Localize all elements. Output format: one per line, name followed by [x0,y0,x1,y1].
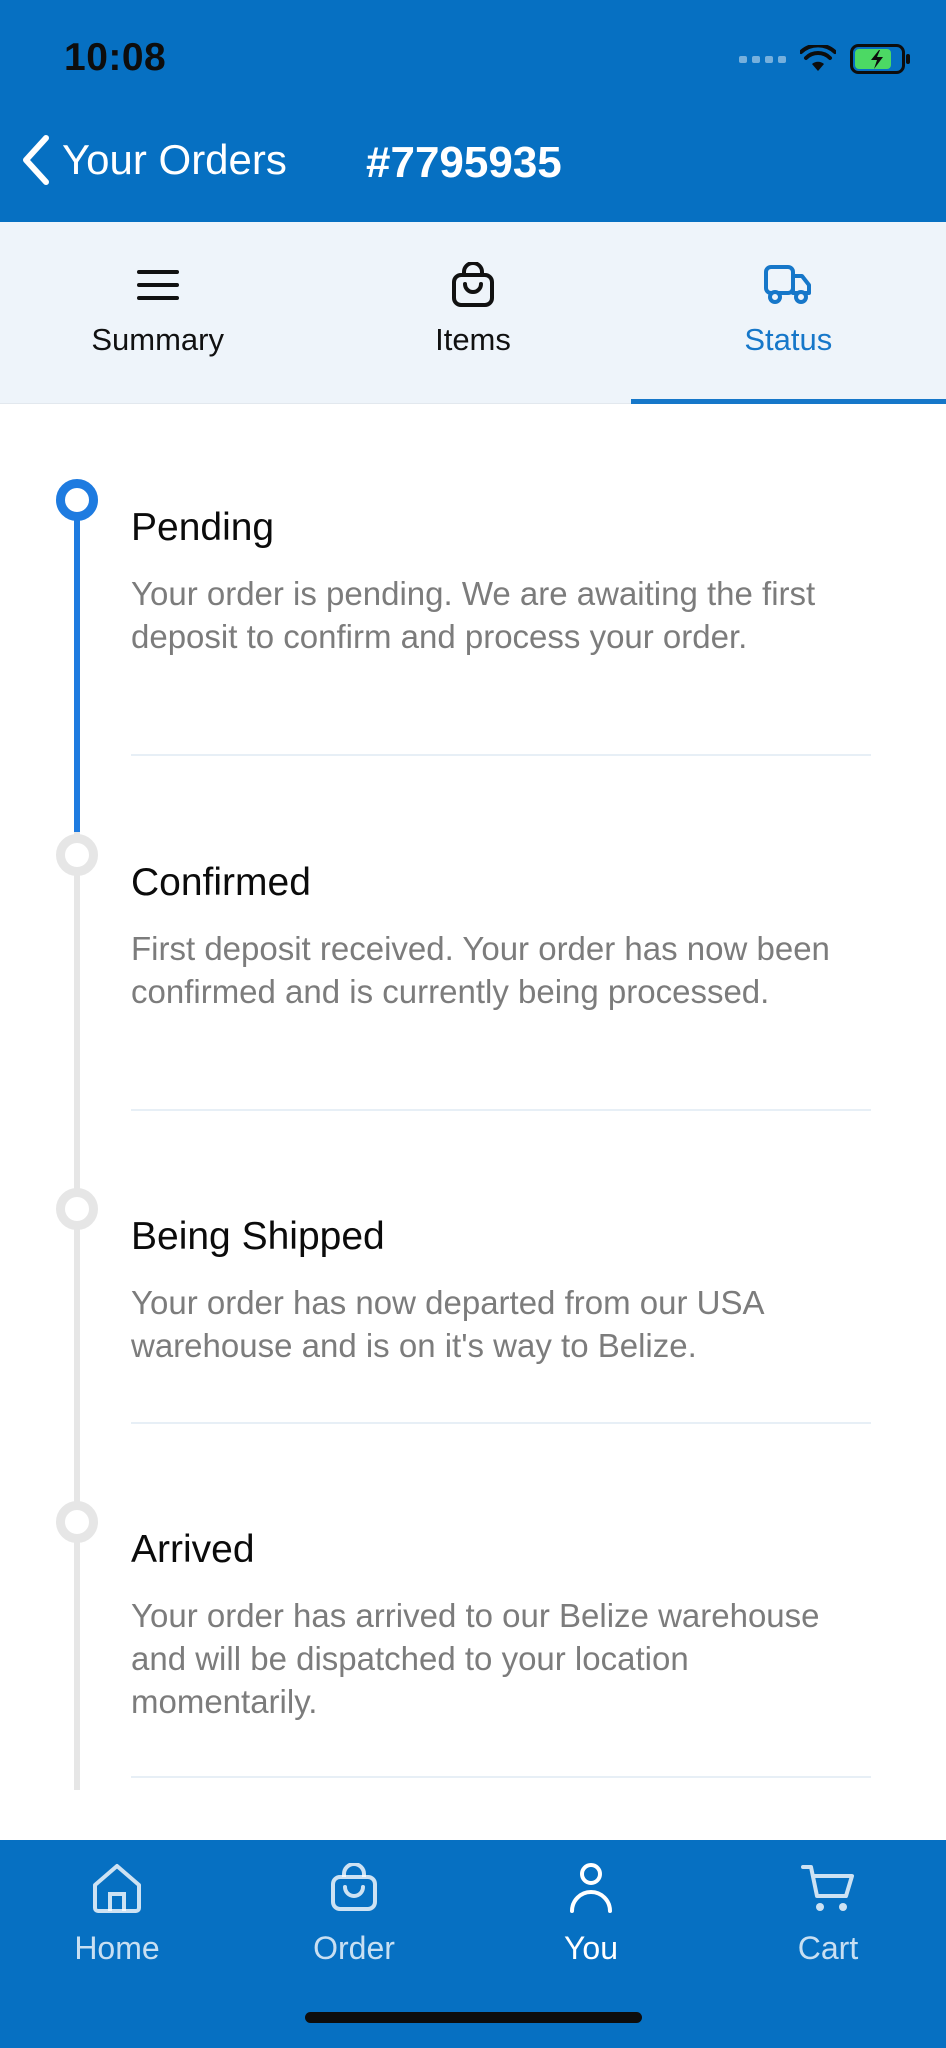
step-description: First deposit received. Your order has n… [131,930,830,1010]
chevron-left-icon [23,135,49,185]
order-number-title: #7795935 [366,138,562,187]
battery-icon [850,44,910,74]
status-time: 10:08 [64,36,167,79]
app-header: 10:08 Your Orders #7795935 [0,0,946,222]
status-indicators [739,40,912,78]
timeline-node-pending [56,479,98,521]
bottom-nav-order[interactable]: Order [264,1858,444,1967]
bag-icon [329,1858,379,1918]
timeline-node-arrived [56,1501,98,1543]
timeline-step-confirmed: Confirmed First deposit received. Your o… [131,861,871,1013]
navigation-bar: Your Orders #7795935 [0,128,946,204]
tab-status-label: Status [744,322,833,357]
timeline-step-arrived: Arrived Your order has arrived to our Be… [131,1528,871,1723]
cellular-signal-icon [739,55,786,63]
step-description: Your order has now departed from our USA… [131,1284,763,1364]
bottom-nav-label: Order [313,1930,395,1966]
timeline-node-confirmed [56,834,98,876]
timeline-step-being-shipped: Being Shipped Your order has now departe… [131,1215,871,1367]
timeline-line-pending [74,832,80,1790]
bag-icon [450,258,496,312]
step-divider [131,1109,871,1111]
step-description: Your order is pending. We are awaiting t… [131,575,816,655]
wifi-icon [800,45,836,71]
list-icon [135,258,181,312]
bottom-nav-home[interactable]: Home [27,1858,207,1967]
person-icon [568,1858,614,1918]
truck-icon [763,258,813,312]
step-title: Being Shipped [131,1215,385,1258]
home-indicator [305,2012,642,2023]
home-icon [90,1858,144,1918]
step-divider [131,754,871,756]
step-description: Your order has arrived to our Belize war… [131,1597,820,1720]
step-title: Confirmed [131,861,311,904]
tab-summary[interactable]: Summary [0,222,315,403]
tab-items[interactable]: Items [315,222,630,403]
cart-icon [800,1858,856,1918]
bottom-nav-you[interactable]: You [501,1858,681,1967]
tab-status[interactable]: Status [630,222,946,404]
bottom-nav-label: Home [74,1930,160,1966]
tab-items-label: Items [435,322,511,357]
back-button-label: Your Orders [62,136,287,183]
step-divider [131,1422,871,1424]
step-title: Arrived [131,1528,255,1571]
step-title: Pending [131,506,275,549]
bottom-nav-label: Cart [797,1930,859,1966]
bottom-nav-cart[interactable]: Cart [738,1858,918,1967]
order-status-timeline: Pending Your order is pending. We are aw… [0,404,946,1840]
step-divider [131,1776,871,1778]
tab-summary-label: Summary [91,322,224,357]
bottom-nav-label: You [564,1930,618,1966]
order-tabs: Summary Items Status [0,222,946,404]
status-bar: 10:08 [0,0,946,110]
back-button[interactable]: Your Orders [18,134,287,186]
timeline-line-complete [74,498,80,832]
timeline-node-being-shipped [56,1188,98,1230]
timeline-step-pending: Pending Your order is pending. We are aw… [131,506,871,658]
